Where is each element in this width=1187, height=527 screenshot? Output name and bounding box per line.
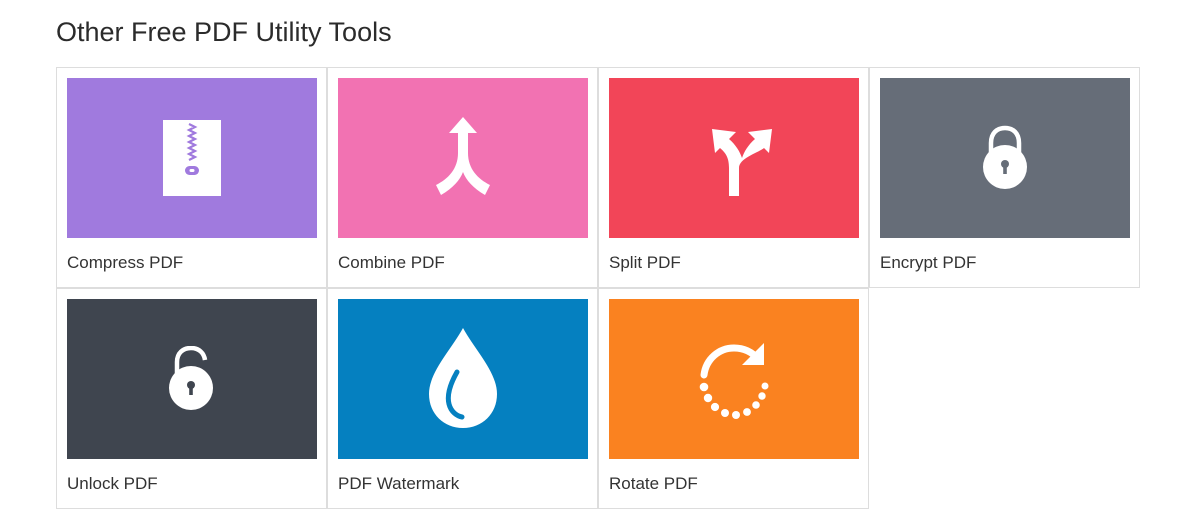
merge-arrow-icon — [436, 117, 490, 195]
zip-file-icon — [163, 120, 221, 196]
tool-thumbnail[interactable] — [609, 78, 859, 238]
section-title: Other Free PDF Utility Tools — [56, 17, 392, 47]
tool-label[interactable]: Split PDF — [609, 253, 681, 273]
rotate-icon — [699, 343, 769, 419]
tool-label[interactable]: Encrypt PDF — [880, 253, 976, 273]
tool-label[interactable]: Rotate PDF — [609, 474, 698, 494]
tool-card-combine-pdf[interactable]: Combine PDF — [327, 67, 598, 288]
tool-card-split-pdf[interactable]: Split PDF — [598, 67, 869, 288]
tool-card-compress-pdf[interactable]: Compress PDF — [56, 67, 327, 288]
tools-grid: Compress PDF Combine PDF Split PDF Encry… — [56, 67, 1141, 510]
tool-thumbnail[interactable] — [338, 299, 588, 459]
unlock-icon — [169, 346, 213, 410]
tool-thumbnail[interactable] — [67, 299, 317, 459]
tool-card-rotate-pdf[interactable]: Rotate PDF — [598, 288, 869, 509]
tool-label[interactable]: Combine PDF — [338, 253, 445, 273]
tool-thumbnail[interactable] — [67, 78, 317, 238]
tool-thumbnail[interactable] — [880, 78, 1130, 238]
split-arrow-icon — [712, 129, 772, 196]
tool-label[interactable]: Unlock PDF — [67, 474, 158, 494]
tool-label[interactable]: PDF Watermark — [338, 474, 459, 494]
tool-thumbnail[interactable] — [338, 78, 588, 238]
water-drop-icon — [429, 328, 497, 428]
lock-icon — [983, 125, 1027, 189]
tool-thumbnail[interactable] — [609, 299, 859, 459]
tool-card-pdf-watermark[interactable]: PDF Watermark — [327, 288, 598, 509]
tool-card-unlock-pdf[interactable]: Unlock PDF — [56, 288, 327, 509]
tool-label[interactable]: Compress PDF — [67, 253, 183, 273]
tool-card-encrypt-pdf[interactable]: Encrypt PDF — [869, 67, 1140, 288]
